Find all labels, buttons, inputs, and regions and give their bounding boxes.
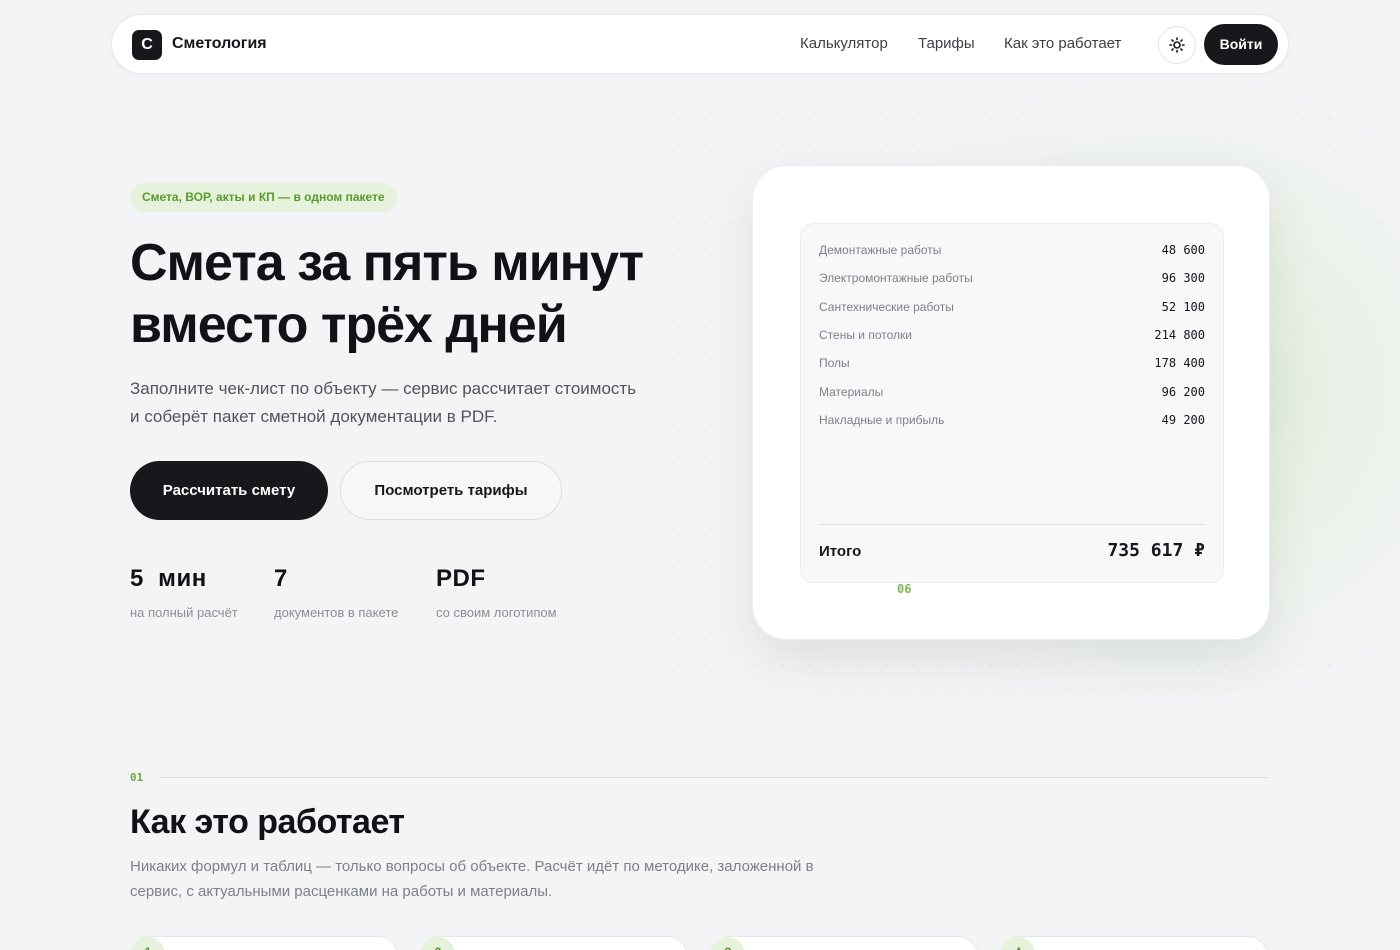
estimate-row: Стены и потолки 214 800 bbox=[819, 326, 1205, 346]
hero-title: Смета за пять минут вместо трёх дней bbox=[130, 232, 730, 356]
estimate-row-label: Электромонтажные работы bbox=[819, 271, 973, 285]
estimate-row-label: Сантехнические работы bbox=[819, 300, 954, 314]
section-divider bbox=[160, 777, 1269, 778]
section-subtitle: Никаких формул и таблиц — только вопросы… bbox=[130, 854, 890, 904]
estimate-row-value: 52 100 bbox=[1161, 300, 1205, 314]
theme-toggle-button[interactable] bbox=[1158, 26, 1196, 64]
estimate-row-label: Материалы bbox=[819, 385, 884, 399]
estimate-row-value: 96 300 bbox=[1161, 271, 1205, 285]
estimate-row-label: Накладные и прибыль bbox=[819, 413, 945, 427]
stat-label: на полный расчёт bbox=[130, 605, 238, 620]
hero-subtitle: Заполните чек-лист по объекту — сервис р… bbox=[130, 375, 690, 431]
nav-link-how-it-works[interactable]: Как это работает bbox=[1004, 35, 1121, 52]
view-pricing-button[interactable]: Посмотреть тарифы bbox=[340, 461, 562, 520]
total-divider bbox=[819, 524, 1205, 525]
stat-documents: 7 документов в пакете bbox=[274, 565, 398, 620]
total-label: Итого bbox=[819, 543, 862, 560]
estimate-row: Сантехнические работы 52 100 bbox=[819, 298, 1205, 318]
estimate-row: Полы 178 400 bbox=[819, 354, 1205, 374]
estimate-row-value: 178 400 bbox=[1154, 356, 1205, 370]
estimate-row-label: Демонтажные работы bbox=[819, 243, 942, 257]
top-navbar: С Сметология Калькулятор Тарифы Как это … bbox=[111, 14, 1289, 74]
step-number: 2 bbox=[421, 937, 455, 950]
estimate-row: Демонтажные работы 48 600 bbox=[819, 241, 1205, 261]
section-number: 01 bbox=[130, 771, 144, 784]
estimate-row-value: 48 600 bbox=[1161, 243, 1205, 257]
hero-title-line2: вместо трёх дней bbox=[130, 296, 568, 354]
stat-value: 5 мин bbox=[130, 565, 207, 592]
step-card: 3 bbox=[710, 936, 978, 950]
estimate-row: Электромонтажные работы 96 300 bbox=[819, 269, 1205, 289]
stat-label: со своим логотипом bbox=[436, 605, 557, 620]
stat-value: 7 bbox=[274, 565, 288, 592]
login-button[interactable]: Войти bbox=[1204, 24, 1278, 65]
estimate-row-value: 214 800 bbox=[1154, 328, 1205, 342]
step-card: 4 bbox=[1000, 936, 1268, 950]
step-number: 1 bbox=[131, 937, 165, 950]
step-card: 1 bbox=[130, 936, 398, 950]
step-number: 3 bbox=[711, 937, 745, 950]
estimate-row-label: Полы bbox=[819, 356, 850, 370]
hero-subtitle-line2: и соберёт пакет сметной документации в P… bbox=[130, 407, 498, 426]
stat-label: документов в пакете bbox=[274, 605, 399, 620]
card-step-marker: 06 bbox=[897, 582, 912, 596]
estimate-row: Материалы 96 200 bbox=[819, 383, 1205, 403]
step-number: 4 bbox=[1001, 937, 1035, 950]
stat-pdf: PDF со своим логотипом bbox=[436, 565, 557, 620]
hero-subtitle-line1: Заполните чек-лист по объекту — сервис р… bbox=[130, 379, 637, 398]
estimate-row-value: 96 200 bbox=[1161, 385, 1205, 399]
estimate-preview-card: Демонтажные работы 48 600 Электромонтажн… bbox=[752, 165, 1270, 640]
calculate-estimate-button[interactable]: Рассчитать смету bbox=[130, 461, 328, 520]
section-title: Как это работает bbox=[130, 803, 405, 841]
section-subtitle-line1: Никаких формул и таблиц — только вопросы… bbox=[130, 858, 814, 875]
sun-icon bbox=[1169, 37, 1185, 53]
total-value: 735 617 ₽ bbox=[1107, 540, 1205, 561]
estimate-sheet: Демонтажные работы 48 600 Электромонтажн… bbox=[800, 223, 1224, 583]
logo-icon[interactable]: С bbox=[132, 30, 162, 60]
nav-link-calculator[interactable]: Калькулятор bbox=[800, 35, 888, 52]
section-subtitle-line2: сервис, с актуальными расценками на рабо… bbox=[130, 883, 553, 900]
hero-badge: Смета, ВОР, акты и КП — в одном пакете bbox=[130, 183, 397, 212]
estimate-row-value: 49 200 bbox=[1161, 413, 1205, 427]
step-card: 2 bbox=[420, 936, 688, 950]
brand-name[interactable]: Сметология bbox=[172, 35, 267, 53]
estimate-row: Накладные и прибыль 49 200 bbox=[819, 411, 1205, 431]
stat-time: 5 мин на полный расчёт bbox=[130, 565, 238, 620]
stat-value: PDF bbox=[436, 565, 486, 592]
nav-link-pricing[interactable]: Тарифы bbox=[918, 35, 975, 52]
hero-title-line1: Смета за пять минут bbox=[130, 234, 644, 292]
estimate-row-label: Стены и потолки bbox=[819, 328, 912, 342]
